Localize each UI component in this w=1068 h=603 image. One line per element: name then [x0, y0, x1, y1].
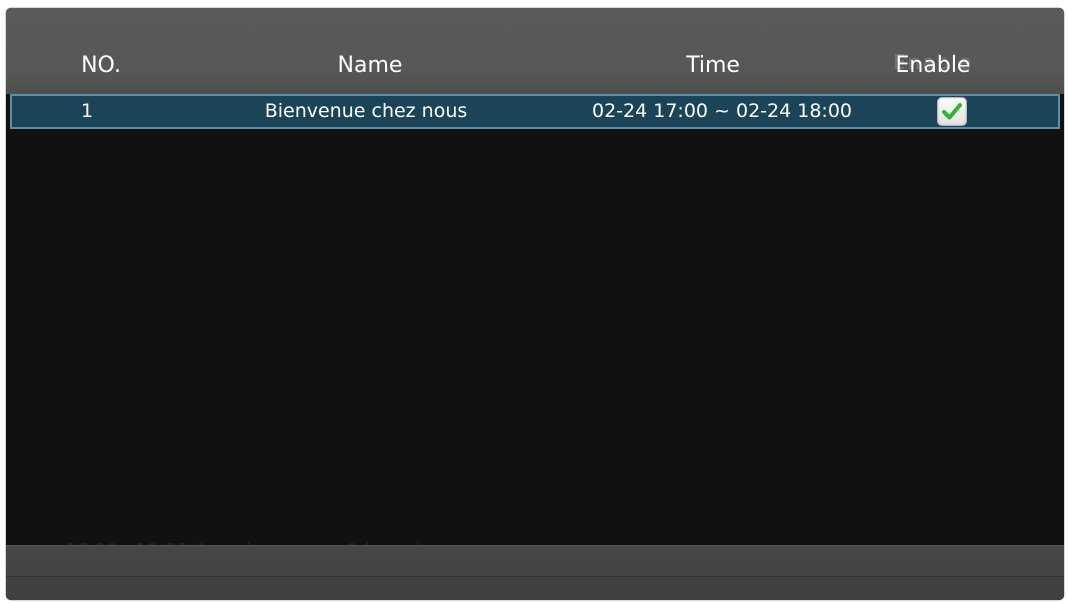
- table-row[interactable]: 1 Bienvenue chez nous 02-24 17:00 ~ 02-2…: [10, 94, 1060, 129]
- dialog-footer: [6, 545, 1064, 600]
- table-header: Enable NO. Name Time Enable: [6, 8, 1064, 94]
- row-time: 02-24 17:00 ~ 02-24 18:00: [591, 100, 853, 122]
- column-header-no: NO.: [81, 53, 121, 78]
- column-header-enable: Enable: [895, 53, 971, 78]
- column-header-name: Name: [337, 53, 403, 78]
- column-header-time: Time: [686, 53, 740, 78]
- schedule-list-dialog: Enable NO. Name Time Enable 1 Bienvenue …: [6, 8, 1064, 600]
- row-name: Bienvenue chez nous: [264, 100, 468, 122]
- enable-checkbox[interactable]: [937, 97, 967, 126]
- row-number: 1: [80, 100, 94, 122]
- check-icon: [942, 103, 962, 120]
- footer-divider: [6, 576, 1064, 577]
